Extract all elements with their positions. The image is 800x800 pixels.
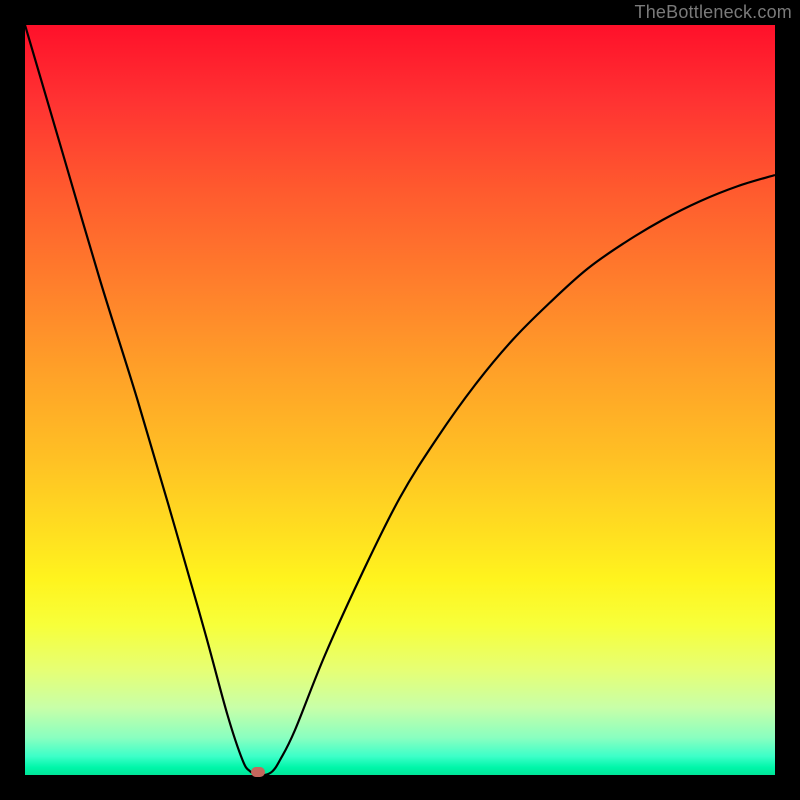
bottleneck-curve bbox=[25, 25, 775, 775]
chart-frame bbox=[25, 25, 775, 775]
watermark-text: TheBottleneck.com bbox=[635, 2, 792, 23]
curve-svg bbox=[25, 25, 775, 775]
optimal-marker-dot bbox=[251, 767, 265, 777]
